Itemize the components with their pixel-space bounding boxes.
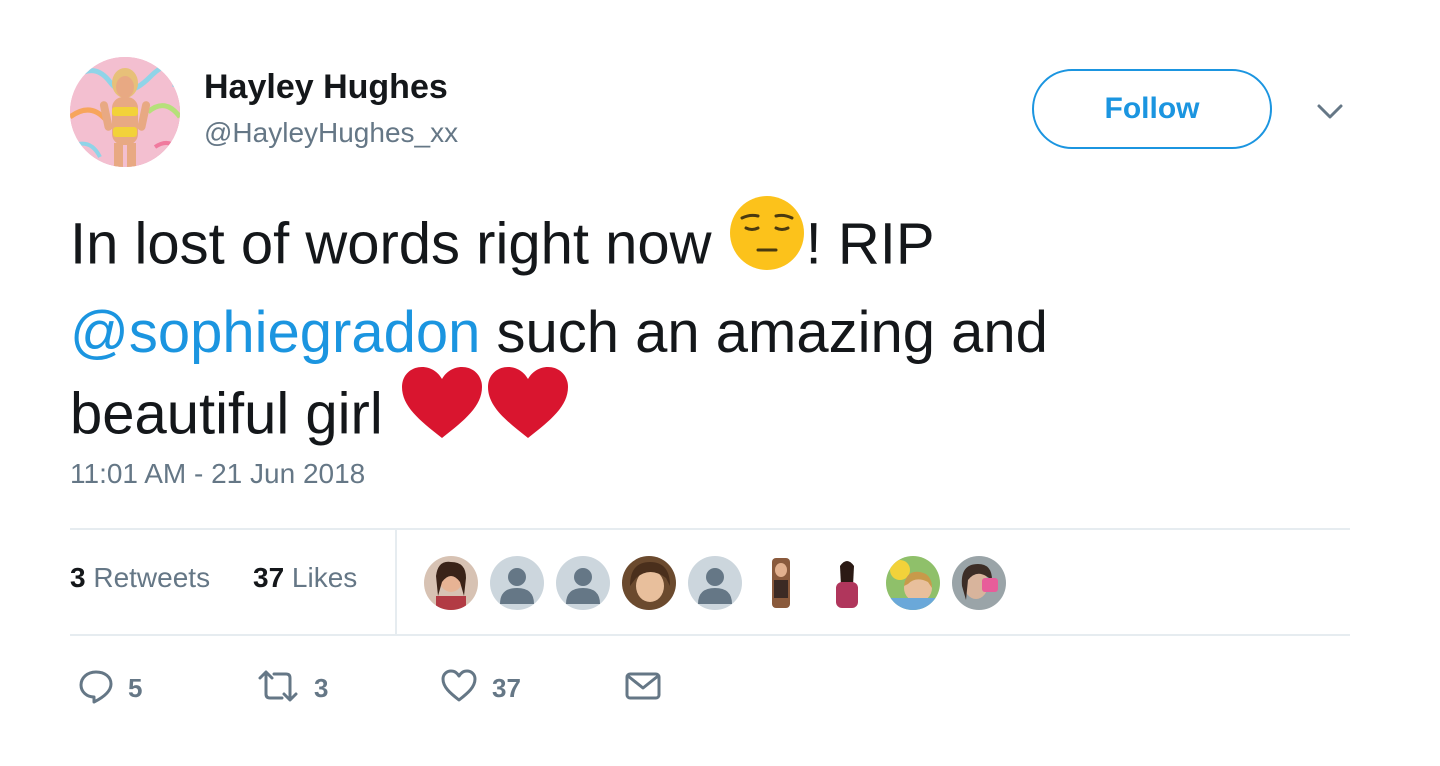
- tweet-line-1: In lost of words right now ! RIP: [70, 196, 1360, 296]
- liker-avatar[interactable]: [754, 556, 808, 610]
- liker-avatar[interactable]: [952, 556, 1006, 610]
- red-heart-emoji: [399, 364, 485, 460]
- liker-avatar[interactable]: [886, 556, 940, 610]
- likes-count: 37: [253, 562, 285, 593]
- likes-stat[interactable]: 37 Likes: [253, 562, 357, 594]
- divider: [395, 530, 397, 634]
- retweet-count: 3: [314, 672, 329, 703]
- retweet-button[interactable]: 3: [256, 668, 328, 708]
- red-heart-emoji: [485, 364, 571, 460]
- liker-avatar[interactable]: [490, 556, 544, 610]
- tweet-text-segment: such an amazing and: [480, 300, 1048, 365]
- liker-avatar[interactable]: [556, 556, 610, 610]
- display-name[interactable]: Hayley Hughes: [204, 66, 448, 108]
- tweet-line-3: beautiful girl: [70, 367, 1360, 466]
- heart-icon: [440, 668, 478, 709]
- tweet-line-2: @sophiegradon such an amazing and: [70, 296, 1360, 370]
- retweets-stat[interactable]: 3 Retweets: [70, 562, 210, 594]
- user-avatar[interactable]: [70, 57, 180, 167]
- user-handle[interactable]: @HayleyHughes_xx: [204, 115, 458, 151]
- reply-button[interactable]: 5: [78, 668, 142, 708]
- like-count: 37: [492, 672, 521, 703]
- retweets-label: Retweets: [85, 562, 211, 593]
- liker-avatar[interactable]: [622, 556, 676, 610]
- divider: [70, 528, 1350, 530]
- divider: [70, 634, 1350, 636]
- tweet-timestamp[interactable]: 11:01 AM - 21 Jun 2018: [70, 458, 365, 490]
- likes-label: Likes: [284, 562, 358, 593]
- liker-avatar[interactable]: [820, 556, 874, 610]
- direct-message-button[interactable]: [624, 668, 662, 708]
- follow-button[interactable]: Follow: [1032, 69, 1272, 149]
- tweet-text: In lost of words right now ! RIP @sophie…: [70, 196, 1360, 466]
- reply-icon: [78, 668, 114, 709]
- chevron-down-icon[interactable]: [1314, 96, 1346, 128]
- liker-avatar[interactable]: [688, 556, 742, 610]
- retweet-icon: [256, 668, 300, 709]
- like-button[interactable]: 37: [440, 668, 521, 708]
- reply-count: 5: [128, 672, 143, 703]
- retweets-count: 3: [70, 562, 86, 593]
- tweet-card: Hayley Hughes @HayleyHughes_xx Follow In…: [0, 0, 1440, 766]
- tweet-text-segment: In lost of words right now: [70, 211, 728, 277]
- tweet-text-segment: beautiful girl: [70, 381, 399, 447]
- tweet-text-segment: ! RIP: [805, 211, 935, 277]
- mention-link[interactable]: @sophiegradon: [70, 300, 480, 365]
- pensive-face-emoji: [728, 194, 806, 290]
- liker-avatar[interactable]: [424, 556, 478, 610]
- envelope-icon: [624, 670, 662, 707]
